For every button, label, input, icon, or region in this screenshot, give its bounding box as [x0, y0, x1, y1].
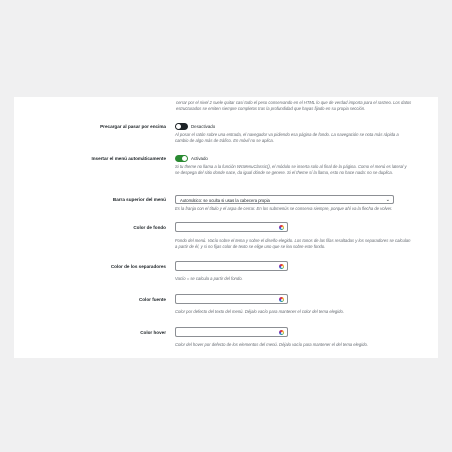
sep-color-input[interactable] [175, 261, 288, 271]
top-bar-select[interactable]: Automático: se oculta si usas la cabecer… [175, 195, 394, 204]
font-color-label: Color fuente [138, 297, 166, 302]
auto-insert-label: Insertar el menú automáticamente [91, 156, 166, 161]
top-bar-description: Es la franja con el título y el aspa de … [175, 206, 393, 211]
intro-description: cerrar por el nivel 2 suele quitar casi … [176, 100, 412, 111]
color-picker-icon[interactable] [279, 264, 284, 269]
settings-panel: cerrar por el nivel 2 suele quitar casi … [14, 97, 438, 358]
prefetch-toggle[interactable] [175, 123, 188, 130]
auto-insert-state: Activado [191, 156, 208, 161]
toggle-knob [176, 124, 181, 129]
bg-color-description: Fondo del menú. Vacío sobre el tema y so… [175, 238, 411, 249]
auto-insert-description: Si tu theme no llama a la función WcMenu… [175, 164, 407, 175]
hover-color-input[interactable] [175, 327, 288, 337]
auto-insert-toggle[interactable] [175, 155, 188, 162]
prefetch-label: Precargar al pasar por encima [100, 124, 166, 129]
bg-color-input[interactable] [175, 222, 288, 232]
prefetch-state: Desactivado [191, 124, 216, 129]
sep-color-description: Vacío = se calcula a partir del fondo. [175, 276, 243, 281]
chevron-down-icon: ⌄ [385, 197, 390, 203]
toggle-knob [182, 156, 187, 161]
color-picker-icon[interactable] [279, 297, 284, 302]
font-color-input[interactable] [175, 294, 288, 304]
color-picker-icon[interactable] [279, 225, 284, 230]
prefetch-description: Al posar el ratón sobre una entrada, el … [175, 132, 399, 143]
font-color-description: Color por defecto del texto del menú. Dé… [175, 309, 344, 314]
top-bar-label: Barra superior del menú [112, 197, 166, 202]
hover-color-description: Color del hover por defecto de los eleme… [175, 342, 368, 347]
hover-color-label: Color hover [140, 330, 166, 335]
color-picker-icon[interactable] [279, 330, 284, 335]
top-bar-select-value: Automático: se oculta si usas la cabecer… [180, 197, 270, 203]
bg-color-label: Color de fondo [133, 225, 166, 230]
sep-color-label: Color de los separadores [110, 264, 166, 269]
